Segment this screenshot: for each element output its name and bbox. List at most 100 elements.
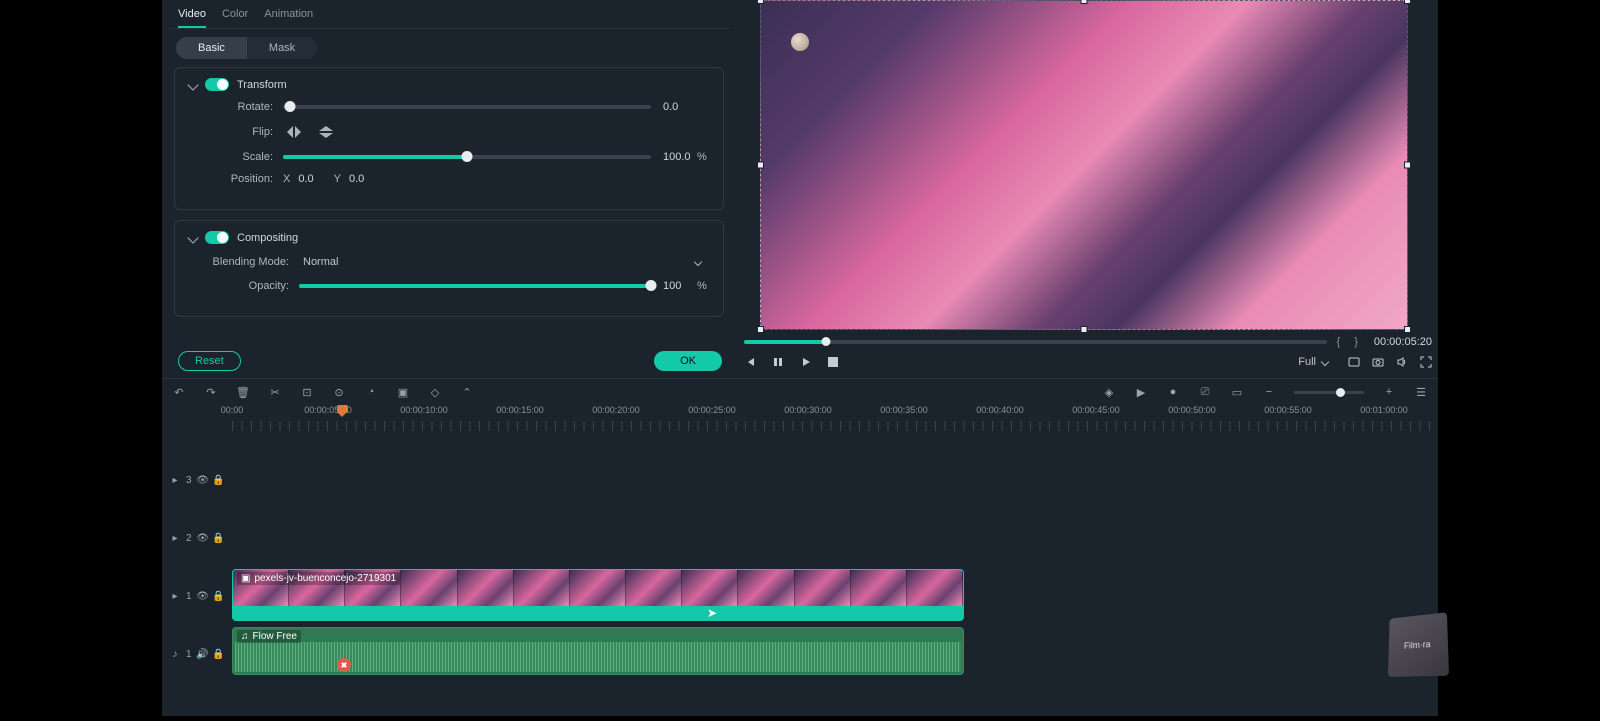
zoom-slider[interactable] xyxy=(1294,391,1364,394)
chevron-down-icon[interactable] xyxy=(187,232,198,243)
ok-button[interactable]: OK xyxy=(654,351,722,371)
track-header-v2: ▸ 2 👁 🔒 xyxy=(162,533,232,544)
chevron-down-icon xyxy=(694,258,702,266)
preview-size-dropdown[interactable]: Full xyxy=(1290,354,1340,370)
delete-icon[interactable]: 🗑 xyxy=(236,385,250,399)
opacity-value[interactable]: 100 xyxy=(651,280,697,292)
timeline[interactable]: 00:0000:00:05:0000:00:10:0000:00:15:0000… xyxy=(162,405,1438,721)
undo-icon[interactable]: ↶ xyxy=(172,385,186,399)
keyframe-icon[interactable]: ◇ xyxy=(428,385,442,399)
timecode: 00:00:05:20 xyxy=(1368,336,1432,348)
audio-track-icon: ♪ xyxy=(170,649,180,660)
resize-handle[interactable] xyxy=(1404,0,1411,4)
mark-out-icon[interactable]: } xyxy=(1350,336,1362,348)
time-ruler[interactable]: 00:0000:00:05:0000:00:10:0000:00:15:0000… xyxy=(232,405,1438,431)
play-pause-icon[interactable] xyxy=(772,356,784,368)
subtab-basic[interactable]: Basic xyxy=(176,37,247,59)
ruler-tick: 00:00:50:00 xyxy=(1168,405,1216,415)
mixer-icon[interactable]: ⎚ xyxy=(1198,385,1212,399)
flip-vertical-icon[interactable] xyxy=(315,123,337,141)
position-y-value[interactable]: 0.0 xyxy=(349,173,364,185)
subtab-mask[interactable]: Mask xyxy=(247,37,317,59)
tab-video[interactable]: Video xyxy=(178,6,206,28)
redo-icon[interactable]: ↷ xyxy=(204,385,218,399)
mark-in-icon[interactable]: { xyxy=(1333,336,1345,348)
mute-icon[interactable]: 🔊 xyxy=(198,649,208,660)
track-header-a1: ♪ 1 🔊 🔒 xyxy=(162,649,232,660)
compositing-toggle[interactable] xyxy=(205,231,229,244)
moon-icon xyxy=(791,33,809,51)
reset-button[interactable]: Reset xyxy=(178,351,241,371)
ruler-tick: 00:00:55:00 xyxy=(1264,405,1312,415)
position-x-value[interactable]: 0.0 xyxy=(298,173,313,185)
crop-icon[interactable]: ⊡ xyxy=(300,385,314,399)
resize-handle[interactable] xyxy=(1081,0,1088,4)
marker-icon[interactable]: ◈ xyxy=(1102,385,1116,399)
record-icon[interactable]: ● xyxy=(1166,385,1180,399)
flip-horizontal-icon[interactable] xyxy=(283,123,305,141)
panel-transform: Transform Rotate: 0.0 Flip: xyxy=(174,67,724,210)
ruler-tick: 00:00:20:00 xyxy=(592,405,640,415)
position-x-label: X xyxy=(283,173,290,185)
audio-clip[interactable]: ♫ Flow Free xyxy=(232,627,964,675)
resize-handle[interactable] xyxy=(1081,326,1088,333)
ruler-tick: 00:00 xyxy=(221,405,244,415)
scale-label: Scale: xyxy=(189,151,283,163)
ruler-tick: 00:00:35:00 xyxy=(880,405,928,415)
scale-slider[interactable] xyxy=(283,155,651,159)
preview-progress[interactable] xyxy=(744,340,1327,344)
rotate-label: Rotate: xyxy=(189,101,283,113)
blending-mode-dropdown[interactable]: Normal xyxy=(299,254,709,270)
zoom-fit-icon[interactable]: ▭ xyxy=(1230,385,1244,399)
playback-quality-icon[interactable] xyxy=(1348,356,1360,368)
preview-canvas[interactable] xyxy=(760,0,1408,330)
split-icon[interactable]: ✂ xyxy=(268,385,282,399)
volume-icon[interactable] xyxy=(1396,356,1408,368)
resize-handle[interactable] xyxy=(757,326,764,333)
rotate-slider[interactable] xyxy=(283,105,651,109)
prev-frame-icon[interactable] xyxy=(744,356,756,368)
visibility-icon[interactable]: 👁 xyxy=(198,591,208,602)
tab-animation[interactable]: Animation xyxy=(264,6,313,28)
panel-compositing: Compositing Blending Mode: Normal Opacit… xyxy=(174,220,724,317)
track-header-v1: ▸ 1 👁 🔒 xyxy=(162,591,232,602)
audio-marker-icon[interactable] xyxy=(337,658,351,672)
ruler-tick: 00:00:25:00 xyxy=(688,405,736,415)
render-icon[interactable]: ▶ xyxy=(1134,385,1148,399)
rotate-value[interactable]: 0.0 xyxy=(651,101,697,113)
lock-icon[interactable]: 🔒 xyxy=(214,533,224,544)
play-icon[interactable] xyxy=(800,356,812,368)
zoom-in-icon[interactable]: + xyxy=(1382,385,1396,399)
adjust-icon[interactable]: ⌃ xyxy=(460,385,474,399)
stop-icon[interactable] xyxy=(828,357,838,367)
resize-handle[interactable] xyxy=(757,162,764,169)
opacity-slider[interactable] xyxy=(299,284,651,288)
resize-handle[interactable] xyxy=(1404,326,1411,333)
ruler-tick: 00:00:45:00 xyxy=(1072,405,1120,415)
lock-icon[interactable]: 🔒 xyxy=(214,649,224,660)
timeline-toolbar: ↶ ↷ 🗑 ✂ ⊡ ⊙ ◔ ▣ ◇ ⌃ ◈ ▶ ● ⎚ ▭ − + ☰ xyxy=(162,378,1438,405)
visibility-icon[interactable]: 👁 xyxy=(198,533,208,544)
track-size-icon[interactable]: ☰ xyxy=(1414,385,1428,399)
lock-icon[interactable]: 🔒 xyxy=(214,591,224,602)
ruler-tick: 00:00:15:00 xyxy=(496,405,544,415)
transform-toggle[interactable] xyxy=(205,78,229,91)
ruler-tick: 00:00:10:00 xyxy=(400,405,448,415)
speed-icon[interactable]: ⊙ xyxy=(332,385,346,399)
resize-handle[interactable] xyxy=(1404,162,1411,169)
chevron-down-icon[interactable] xyxy=(187,79,198,90)
visibility-icon[interactable]: 👁 xyxy=(198,475,208,486)
image-icon: ▣ xyxy=(241,573,250,584)
fullscreen-icon[interactable] xyxy=(1420,356,1432,368)
green-screen-icon[interactable]: ▣ xyxy=(396,385,410,399)
tab-color[interactable]: Color xyxy=(222,6,248,28)
lock-icon[interactable]: 🔒 xyxy=(214,475,224,486)
opacity-label: Opacity: xyxy=(189,280,299,292)
blending-label: Blending Mode: xyxy=(189,256,299,268)
scale-value[interactable]: 100.0 xyxy=(651,151,697,163)
snapshot-icon[interactable] xyxy=(1372,356,1384,368)
video-clip[interactable]: ▣ pexels-jv-buenconcejo-2719301 ➤ xyxy=(232,569,964,621)
color-icon[interactable]: ◔ xyxy=(364,385,378,399)
resize-handle[interactable] xyxy=(757,0,764,4)
zoom-out-icon[interactable]: − xyxy=(1262,385,1276,399)
